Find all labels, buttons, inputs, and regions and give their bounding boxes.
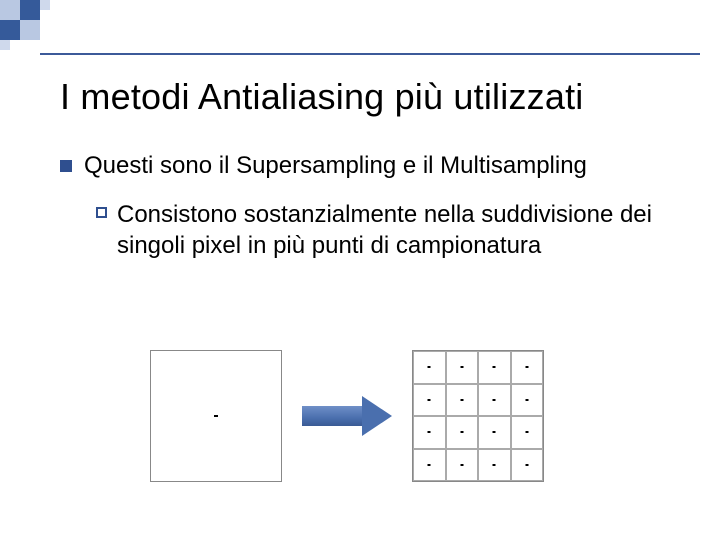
header-rule (40, 53, 700, 55)
arrow-wrap (282, 396, 412, 436)
bullet-level2-text: Consistono sostanzialmente nella suddivi… (117, 199, 657, 261)
arrow-right-icon (302, 396, 392, 436)
bullet-level1-text: Questi sono il Supersampling e il Multis… (84, 150, 587, 181)
square-bullet-icon (60, 160, 72, 172)
sample-point-icon (214, 415, 218, 417)
corner-decoration (0, 0, 100, 60)
diagram (150, 350, 544, 482)
subdivided-pixel-grid (412, 350, 544, 482)
bullet-level2: Consistono sostanzialmente nella suddivi… (96, 199, 670, 261)
single-pixel-box (150, 350, 282, 482)
slide-title: I metodi Antialiasing più utilizzati (60, 76, 680, 118)
slide: I metodi Antialiasing più utilizzati Que… (0, 0, 720, 540)
slide-body: Questi sono il Supersampling e il Multis… (60, 150, 670, 262)
bullet-level1: Questi sono il Supersampling e il Multis… (60, 150, 670, 181)
hollow-square-bullet-icon (96, 207, 107, 218)
